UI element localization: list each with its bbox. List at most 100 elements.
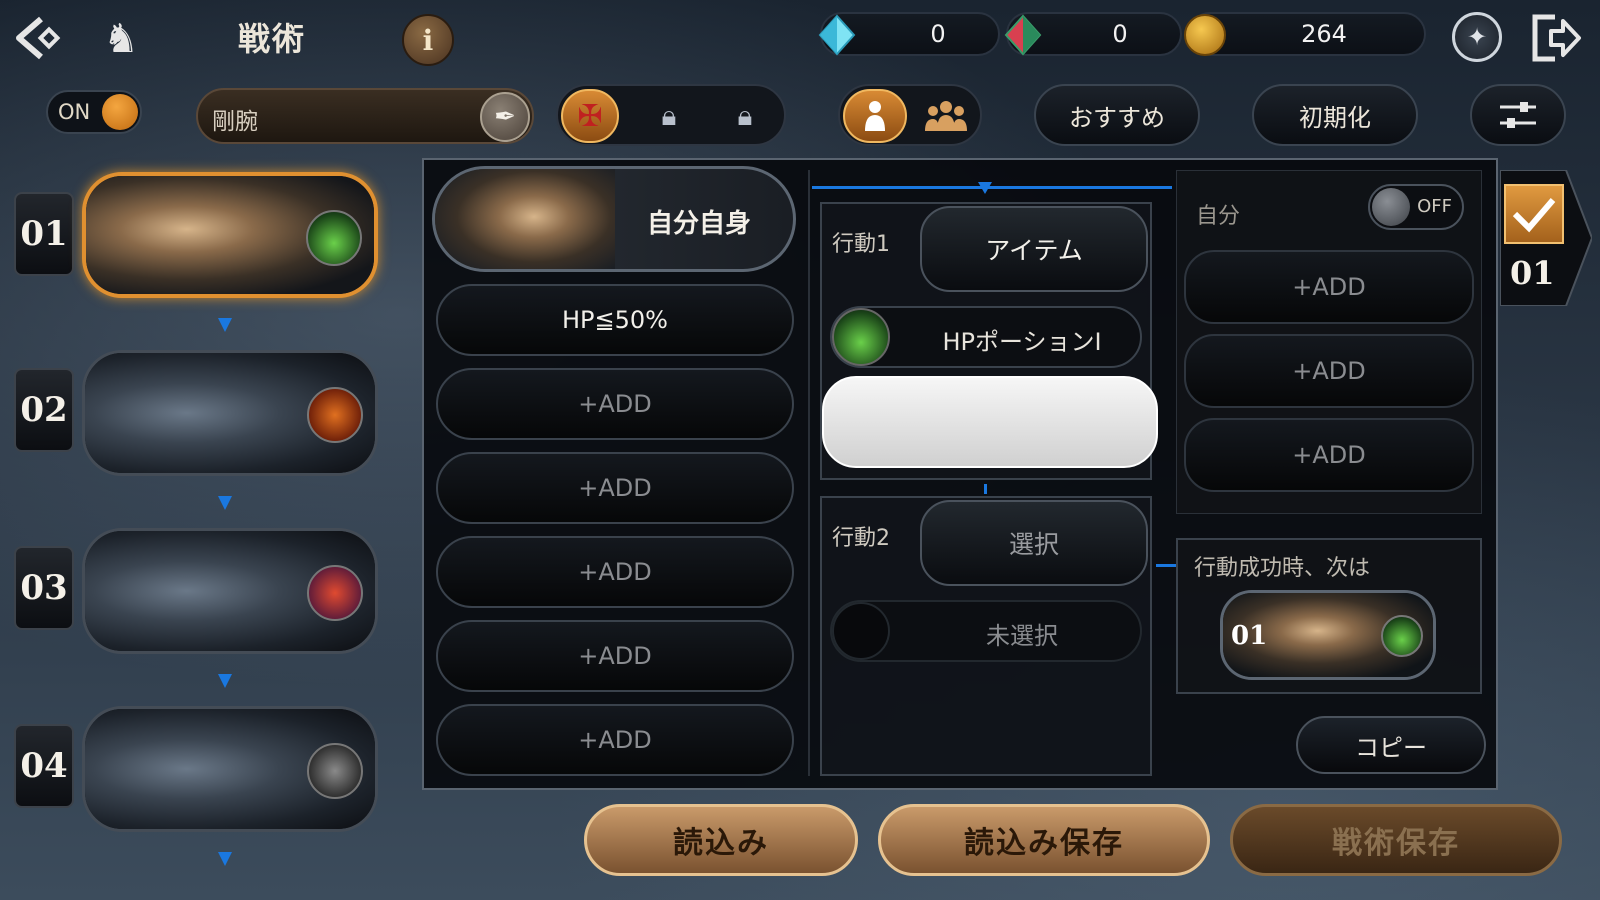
arrow-down-icon — [218, 674, 232, 688]
tactic-slot-group: ✠ 🔒︎ 🔒︎ — [556, 84, 786, 146]
next-on-success-label: 行動成功時、次は — [1194, 556, 1371, 581]
chess-knight-icon: ♞ — [103, 16, 139, 62]
red-crystal-icon — [1004, 14, 1042, 56]
power-strike-skill-icon — [307, 387, 363, 443]
slash-skill-icon — [307, 565, 363, 621]
potion-icon — [306, 210, 362, 266]
gold-coin-icon — [1184, 14, 1226, 56]
arrow-down-icon — [218, 318, 232, 332]
sequence-number-04: 04 — [14, 724, 74, 808]
party-mode-button[interactable] — [914, 89, 978, 143]
next-target-card[interactable]: 01 — [1220, 590, 1436, 680]
arrow-down-icon — [978, 182, 992, 194]
resource-red-crystal: 0 — [1004, 12, 1182, 56]
self-toggle-label: OFF — [1417, 196, 1452, 217]
load-save-button[interactable]: 読込み保存 — [878, 804, 1210, 876]
checkbox-checked-icon — [1504, 184, 1564, 244]
party-mode-group — [838, 84, 982, 146]
resource-gold-coin: 264 — [1184, 12, 1426, 56]
self-toggle[interactable]: OFF — [1368, 184, 1464, 230]
back-arrow-icon — [16, 16, 61, 60]
connector-line — [1156, 564, 1178, 567]
action-1-label: 行動1 — [832, 232, 890, 257]
recommend-button[interactable]: おすすめ — [1034, 84, 1200, 146]
potion-icon — [832, 308, 890, 366]
toggle-knob — [102, 94, 138, 130]
copy-button[interactable]: コピー — [1296, 716, 1486, 774]
exit-button[interactable] — [1528, 10, 1584, 66]
add-condition-button[interactable]: +ADD — [436, 368, 794, 440]
trident-skill-icon — [307, 743, 363, 799]
side-tab-number: 01 — [1510, 254, 1555, 292]
potion-icon — [1381, 615, 1423, 657]
lock-icon: 🔒︎ — [661, 99, 677, 132]
eagle-emblem-icon: ✦ — [1466, 23, 1488, 51]
next-target-number: 01 — [1231, 621, 1268, 651]
add-self-action-button[interactable]: +ADD — [1184, 334, 1474, 408]
action-2-item-select[interactable]: 未選択 — [830, 600, 1142, 662]
tactic-save-button[interactable]: 戦術保存 — [1230, 804, 1562, 876]
character-portrait — [435, 169, 615, 269]
sequence-number-01: 01 — [14, 192, 74, 276]
reset-button[interactable]: 初期化 — [1252, 84, 1418, 146]
resource-blue-crystal: 0 — [818, 12, 1000, 56]
slot-3-button[interactable]: 🔒︎ — [716, 89, 774, 143]
empty-slot-icon — [832, 602, 890, 660]
add-self-action-button[interactable]: +ADD — [1184, 250, 1474, 324]
condition-1[interactable]: HP≦50% — [436, 284, 794, 356]
slot-2-button[interactable]: 🔒︎ — [640, 89, 698, 143]
load-button[interactable]: 読込み — [584, 804, 858, 876]
sequence-number-03: 03 — [14, 546, 74, 630]
exit-icon — [1532, 14, 1581, 62]
arrow-down-icon — [218, 852, 232, 866]
quill-icon: ✒ — [494, 102, 516, 132]
blank-highlight-box — [822, 376, 1158, 468]
connector-line — [984, 484, 987, 494]
tactic-name-field[interactable]: 剛腕 ✒ — [196, 88, 534, 144]
slot-1-button[interactable]: ✠ — [561, 89, 619, 143]
auto-toggle[interactable]: ON — [46, 90, 142, 134]
auto-toggle-label: ON — [58, 100, 91, 124]
column-divider — [808, 170, 810, 776]
self-label: 自分 — [1196, 204, 1241, 229]
single-person-icon — [865, 101, 885, 131]
connector-line — [812, 186, 1172, 189]
info-icon: i — [422, 23, 434, 57]
target-label: 自分自身 — [647, 209, 752, 239]
tactic-name-value: 剛腕 — [212, 109, 258, 135]
group-icon — [925, 101, 967, 131]
red-crystal-count: 0 — [1112, 20, 1128, 48]
sliders-icon — [1500, 102, 1536, 128]
sequence-side-tab[interactable]: 01 — [1500, 170, 1592, 306]
action-2-type-select[interactable]: 選択 — [920, 500, 1148, 586]
add-condition-button[interactable]: +ADD — [436, 704, 794, 776]
add-condition-button[interactable]: +ADD — [436, 620, 794, 692]
back-button[interactable] — [10, 10, 66, 66]
blue-crystal-icon — [818, 14, 856, 56]
sequence-card-04[interactable] — [82, 706, 378, 832]
sequence-card-03[interactable] — [82, 528, 378, 654]
action-1-type-select[interactable]: アイテム — [920, 206, 1148, 292]
solo-mode-button[interactable] — [843, 89, 907, 143]
target-selector[interactable]: 自分自身 — [432, 166, 796, 272]
item-name: 未選択 — [986, 622, 1058, 650]
sequence-card-01[interactable] — [82, 172, 378, 298]
lock-icon: 🔒︎ — [737, 99, 753, 132]
blue-crystal-count: 0 — [930, 20, 946, 48]
item-name: HPポーションI — [942, 328, 1102, 356]
add-self-action-button[interactable]: +ADD — [1184, 418, 1474, 492]
settings-button[interactable] — [1470, 84, 1566, 146]
action-1-item-select[interactable]: HPポーションI — [830, 306, 1142, 368]
arrow-down-icon — [218, 496, 232, 510]
toggle-knob — [1372, 188, 1410, 226]
edit-name-button[interactable]: ✒ — [480, 92, 530, 142]
info-button[interactable]: i — [402, 14, 454, 66]
add-condition-button[interactable]: +ADD — [436, 536, 794, 608]
emblem-button[interactable]: ✦ — [1452, 12, 1502, 62]
add-condition-button[interactable]: +ADD — [436, 452, 794, 524]
action-2-label: 行動2 — [832, 526, 890, 551]
gold-coin-count: 264 — [1301, 20, 1347, 48]
red-sigil-icon: ✠ — [577, 98, 603, 134]
sequence-card-02[interactable] — [82, 350, 378, 476]
page-title: 戦術 — [238, 20, 307, 58]
